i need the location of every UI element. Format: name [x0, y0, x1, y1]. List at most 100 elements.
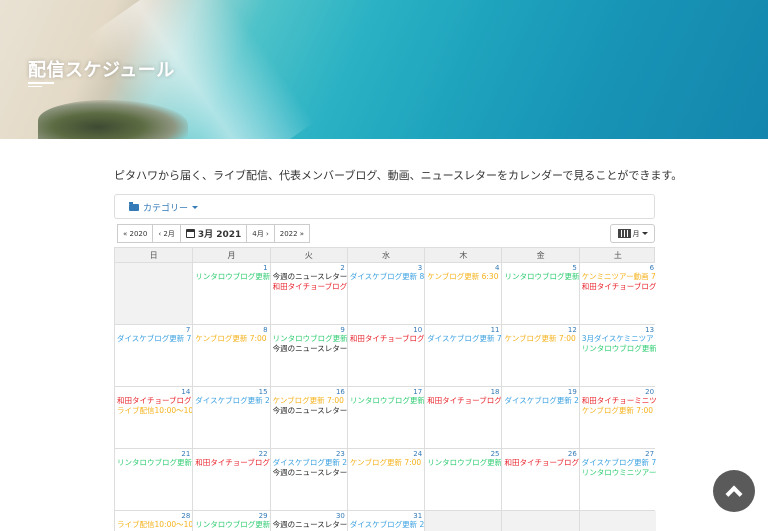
day-number[interactable]: 2: [271, 263, 347, 272]
calendar-day[interactable]: 16 ケンブログ更新 7:00 今週のニュースレター: [269, 387, 347, 448]
day-number[interactable]: 12: [502, 325, 578, 334]
day-number[interactable]: 8: [193, 325, 269, 334]
calendar-event[interactable]: 今週のニュースレター: [271, 344, 347, 354]
day-number[interactable]: 18: [425, 387, 501, 396]
calendar-event[interactable]: 和田タイチョーブログ: [502, 458, 578, 468]
day-number[interactable]: 30: [271, 511, 347, 520]
calendar-day[interactable]: 24 ケンブログ更新 7:00: [346, 449, 425, 510]
calendar-event[interactable]: ライブ配信10:00～10: [115, 406, 192, 416]
calendar-day[interactable]: 4 ケンブログ更新 6:30: [424, 263, 502, 324]
calendar-day[interactable]: 11 ダイスケブログ更新 7: [424, 325, 502, 386]
calendar-event[interactable]: リンタロウブログ更新: [425, 458, 501, 468]
calendar-event[interactable]: ダイスケブログ更新 2: [348, 520, 424, 530]
calendar-day[interactable]: 25 リンタロウブログ更新: [424, 449, 502, 510]
prev-month-button[interactable]: ‹ 2月: [152, 224, 181, 243]
calendar-day[interactable]: 5 リンタロウブログ更新: [501, 263, 579, 324]
calendar-event[interactable]: ダイスケブログ更新 2: [193, 396, 269, 406]
calendar-day[interactable]: 27 ダイスケブログ更新 7 リンタロウミニツアー: [578, 449, 657, 510]
day-number[interactable]: 9: [271, 325, 347, 334]
calendar-day[interactable]: 18 和田タイチョーブログ: [424, 387, 502, 448]
calendar-day[interactable]: 22 和田タイチョーブログ: [192, 449, 270, 510]
calendar-day[interactable]: 12 ケンブログ更新 7:00: [501, 325, 579, 386]
calendar-event[interactable]: 今週のニュースレター: [271, 520, 347, 530]
calendar-event[interactable]: リンタロウブログ更新: [193, 520, 269, 530]
calendar-event[interactable]: ダイスケブログ更新 7: [115, 334, 192, 344]
day-number[interactable]: 19: [502, 387, 578, 396]
day-number[interactable]: 14: [115, 387, 192, 396]
calendar-day[interactable]: 19 ダイスケブログ更新 2: [501, 387, 579, 448]
calendar-event[interactable]: ケンブログ更新 6:30: [425, 272, 501, 282]
calendar-event[interactable]: ダイスケブログ更新 2: [502, 396, 578, 406]
day-number[interactable]: 24: [348, 449, 424, 458]
day-number[interactable]: 26: [502, 449, 578, 458]
calendar-event[interactable]: ダイスケブログ更新 7: [425, 334, 501, 344]
day-number[interactable]: 11: [425, 325, 501, 334]
day-number[interactable]: 17: [348, 387, 424, 396]
calendar-day[interactable]: 8 ケンブログ更新 7:00: [192, 325, 270, 386]
calendar-event[interactable]: ダイスケブログ更新 2: [271, 458, 347, 468]
calendar-event[interactable]: 和田タイチョーミニツ: [580, 396, 656, 406]
calendar-day[interactable]: 20 和田タイチョーミニツ ケンブログ更新 7:00: [578, 387, 657, 448]
calendar-event[interactable]: 和田タイチョーブログ: [115, 396, 192, 406]
calendar-event[interactable]: 和田タイチョーブログ: [425, 396, 501, 406]
day-number[interactable]: 20: [580, 387, 656, 396]
calendar-event[interactable]: リンタロウブログ更新: [271, 334, 347, 344]
calendar-event[interactable]: ケンブログ更新 7:00: [193, 334, 269, 344]
calendar-event[interactable]: ケンブログ更新 7:00: [580, 406, 656, 416]
calendar-day[interactable]: 7 ダイスケブログ更新 7: [115, 325, 193, 386]
calendar-day[interactable]: 23 ダイスケブログ更新 2 今週のニュースレター: [269, 449, 347, 510]
calendar-event[interactable]: ケンミニツアー動画 7: [580, 272, 656, 282]
calendar-event[interactable]: ケンブログ更新 7:00: [348, 458, 424, 468]
prev-year-button[interactable]: « 2020: [117, 224, 154, 243]
calendar-day[interactable]: 2 今週のニュースレター 和田タイチョーブログ: [269, 263, 347, 324]
day-number[interactable]: 29: [193, 511, 269, 520]
calendar-day[interactable]: 21 リンタロウブログ更新: [115, 449, 193, 510]
calendar-day[interactable]: 30 今週のニュースレター: [269, 511, 347, 531]
day-number[interactable]: 31: [348, 511, 424, 520]
day-number[interactable]: 23: [271, 449, 347, 458]
calendar-event[interactable]: 和田タイチョーブログ: [193, 458, 269, 468]
calendar-event[interactable]: 今週のニュースレター: [271, 272, 347, 282]
calendar-day[interactable]: 17 リンタロウブログ更新: [346, 387, 425, 448]
calendar-day[interactable]: 26 和田タイチョーブログ: [501, 449, 579, 510]
calendar-event[interactable]: ケンブログ更新 7:00: [271, 396, 347, 406]
day-number[interactable]: 7: [115, 325, 192, 334]
calendar-event[interactable]: ケンブログ更新 7:00: [502, 334, 578, 344]
view-select-button[interactable]: 月: [610, 224, 655, 243]
day-number[interactable]: 10: [348, 325, 424, 334]
calendar-day[interactable]: 14 和田タイチョーブログ ライブ配信10:00～10: [115, 387, 193, 448]
calendar-event[interactable]: 今週のニュースレター: [271, 468, 347, 478]
calendar-event[interactable]: リンタロウミニツアー: [580, 468, 656, 478]
calendar-event[interactable]: リンタロウブログ更新: [502, 272, 578, 282]
calendar-day[interactable]: 29 リンタロウブログ更新: [192, 511, 270, 531]
calendar-day[interactable]: 31 ダイスケブログ更新 2: [346, 511, 425, 531]
category-dropdown-button[interactable]: カテゴリー: [129, 201, 199, 214]
next-month-button[interactable]: 4月 ›: [246, 224, 275, 243]
calendar-day[interactable]: 6 ケンミニツアー動画 7 和田タイチョーブログ: [578, 263, 657, 324]
calendar-day[interactable]: 1 リンタロウブログ更新 7: [192, 263, 270, 324]
day-number[interactable]: 3: [348, 263, 424, 272]
calendar-event[interactable]: ダイスケブログ更新 7: [580, 458, 656, 468]
scroll-to-top-button[interactable]: [713, 470, 755, 512]
calendar-day[interactable]: 10 和田タイチョーブログ: [346, 325, 425, 386]
calendar-day[interactable]: 3 ダイスケブログ更新 8: [346, 263, 425, 324]
calendar-event[interactable]: 和田タイチョーブログ: [348, 334, 424, 344]
calendar-day[interactable]: 15 ダイスケブログ更新 2: [192, 387, 270, 448]
calendar-event[interactable]: 和田タイチョーブログ: [271, 282, 347, 292]
calendar-event[interactable]: 3月ダイスケミニツア: [580, 334, 656, 344]
day-number[interactable]: 27: [580, 449, 656, 458]
day-number[interactable]: 5: [502, 263, 578, 272]
calendar-day[interactable]: 13 3月ダイスケミニツア リンタロウブログ更新: [578, 325, 657, 386]
calendar-event[interactable]: リンタロウブログ更新: [580, 344, 656, 354]
day-number[interactable]: 25: [425, 449, 501, 458]
calendar-day[interactable]: 28 ライブ配信10:00～10: [115, 511, 193, 531]
calendar-event[interactable]: リンタロウブログ更新: [115, 458, 192, 468]
day-number[interactable]: 4: [425, 263, 501, 272]
day-number[interactable]: 1: [193, 263, 269, 272]
calendar-day[interactable]: 9 リンタロウブログ更新 今週のニュースレター: [269, 325, 347, 386]
current-month-button[interactable]: 3月 2021: [179, 224, 248, 243]
next-year-button[interactable]: 2022 »: [273, 224, 311, 243]
day-number[interactable]: 16: [271, 387, 347, 396]
calendar-event[interactable]: 和田タイチョーブログ: [580, 282, 656, 292]
day-number[interactable]: 15: [193, 387, 269, 396]
